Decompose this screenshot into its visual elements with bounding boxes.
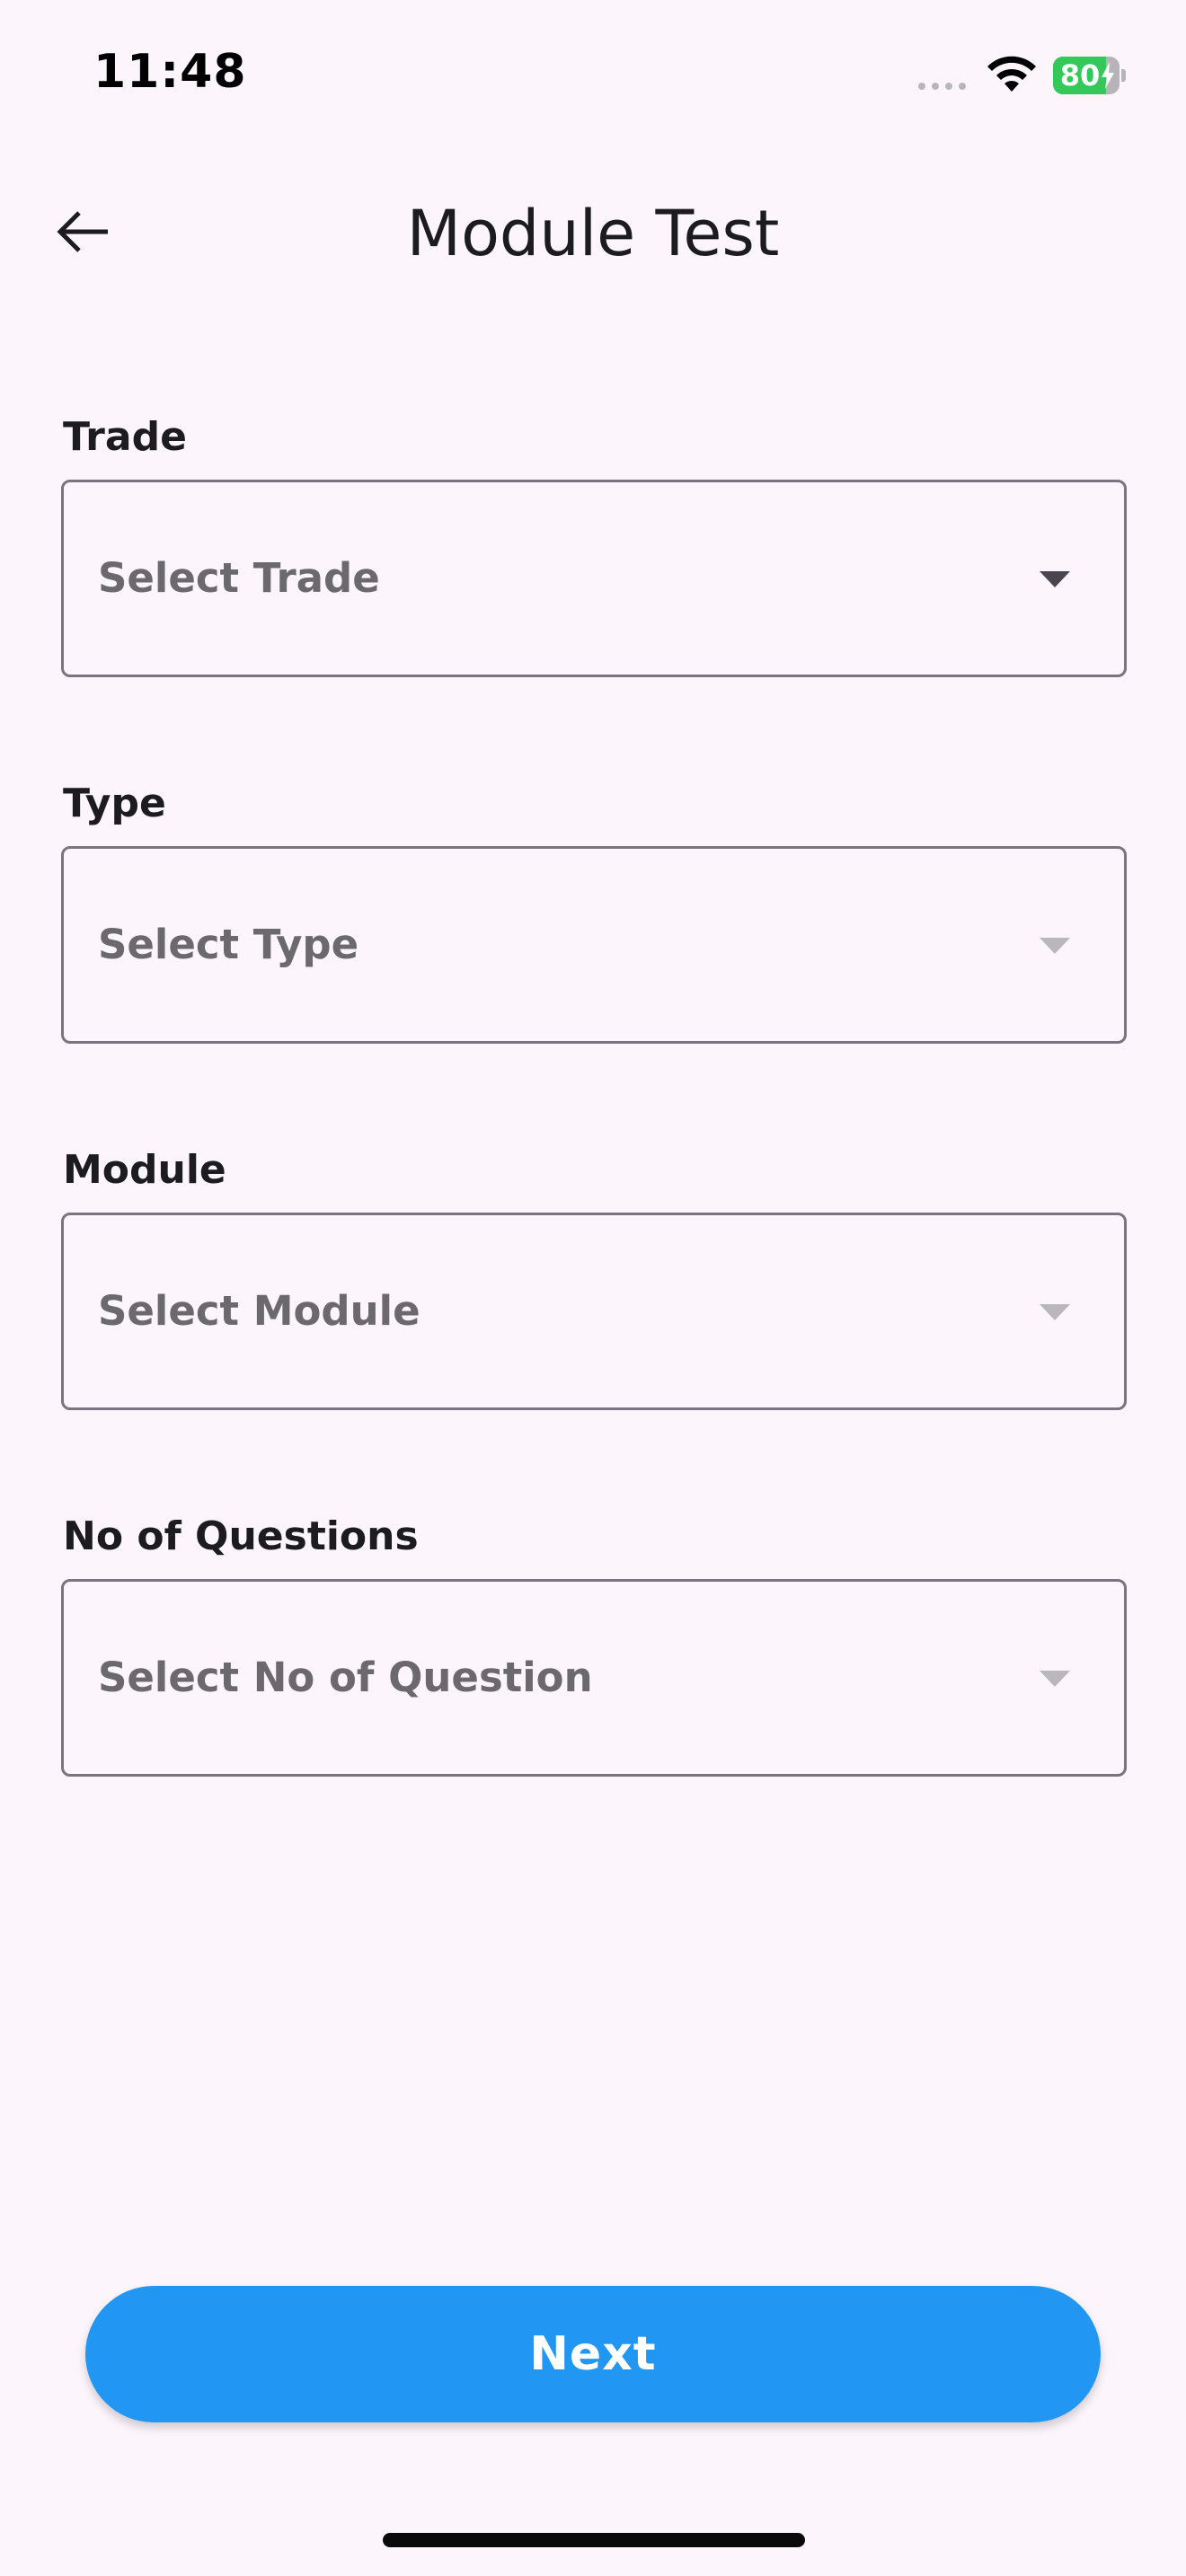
trade-label: Trade [63,414,187,460]
questions-placeholder: Select No of Question [98,1654,593,1701]
arrow-drop-down-icon [1040,571,1070,587]
module-dropdown[interactable]: Select Module [61,1213,1127,1410]
status-bar: 11:48 80 [0,0,1186,153]
type-placeholder: Select Type [98,921,359,968]
trade-placeholder: Select Trade [98,554,380,602]
arrow-drop-down-icon [1040,1671,1070,1687]
questions-label: No of Questions [63,1513,419,1559]
arrow-drop-down-icon [1040,1304,1070,1320]
questions-dropdown[interactable]: Select No of Question [61,1579,1127,1777]
battery-percent: 80 [1059,58,1101,93]
module-label: Module [63,1147,226,1193]
home-indicator[interactable] [383,2533,805,2547]
next-button-label: Next [529,2327,657,2381]
status-time: 11:48 [93,45,247,99]
charging-bolt-icon [1102,62,1114,89]
wifi-icon [987,56,1036,92]
arrow-drop-down-icon [1040,938,1070,954]
next-button[interactable]: Next [85,2286,1101,2422]
app-bar: Module Test [0,171,1186,287]
type-dropdown[interactable]: Select Type [61,846,1127,1044]
module-placeholder: Select Module [98,1287,420,1335]
cellular-signal-icon [918,83,966,90]
battery-icon: 80 [1053,57,1127,94]
page-title: Module Test [406,197,780,270]
trade-dropdown[interactable]: Select Trade [61,480,1127,677]
type-label: Type [63,781,166,826]
